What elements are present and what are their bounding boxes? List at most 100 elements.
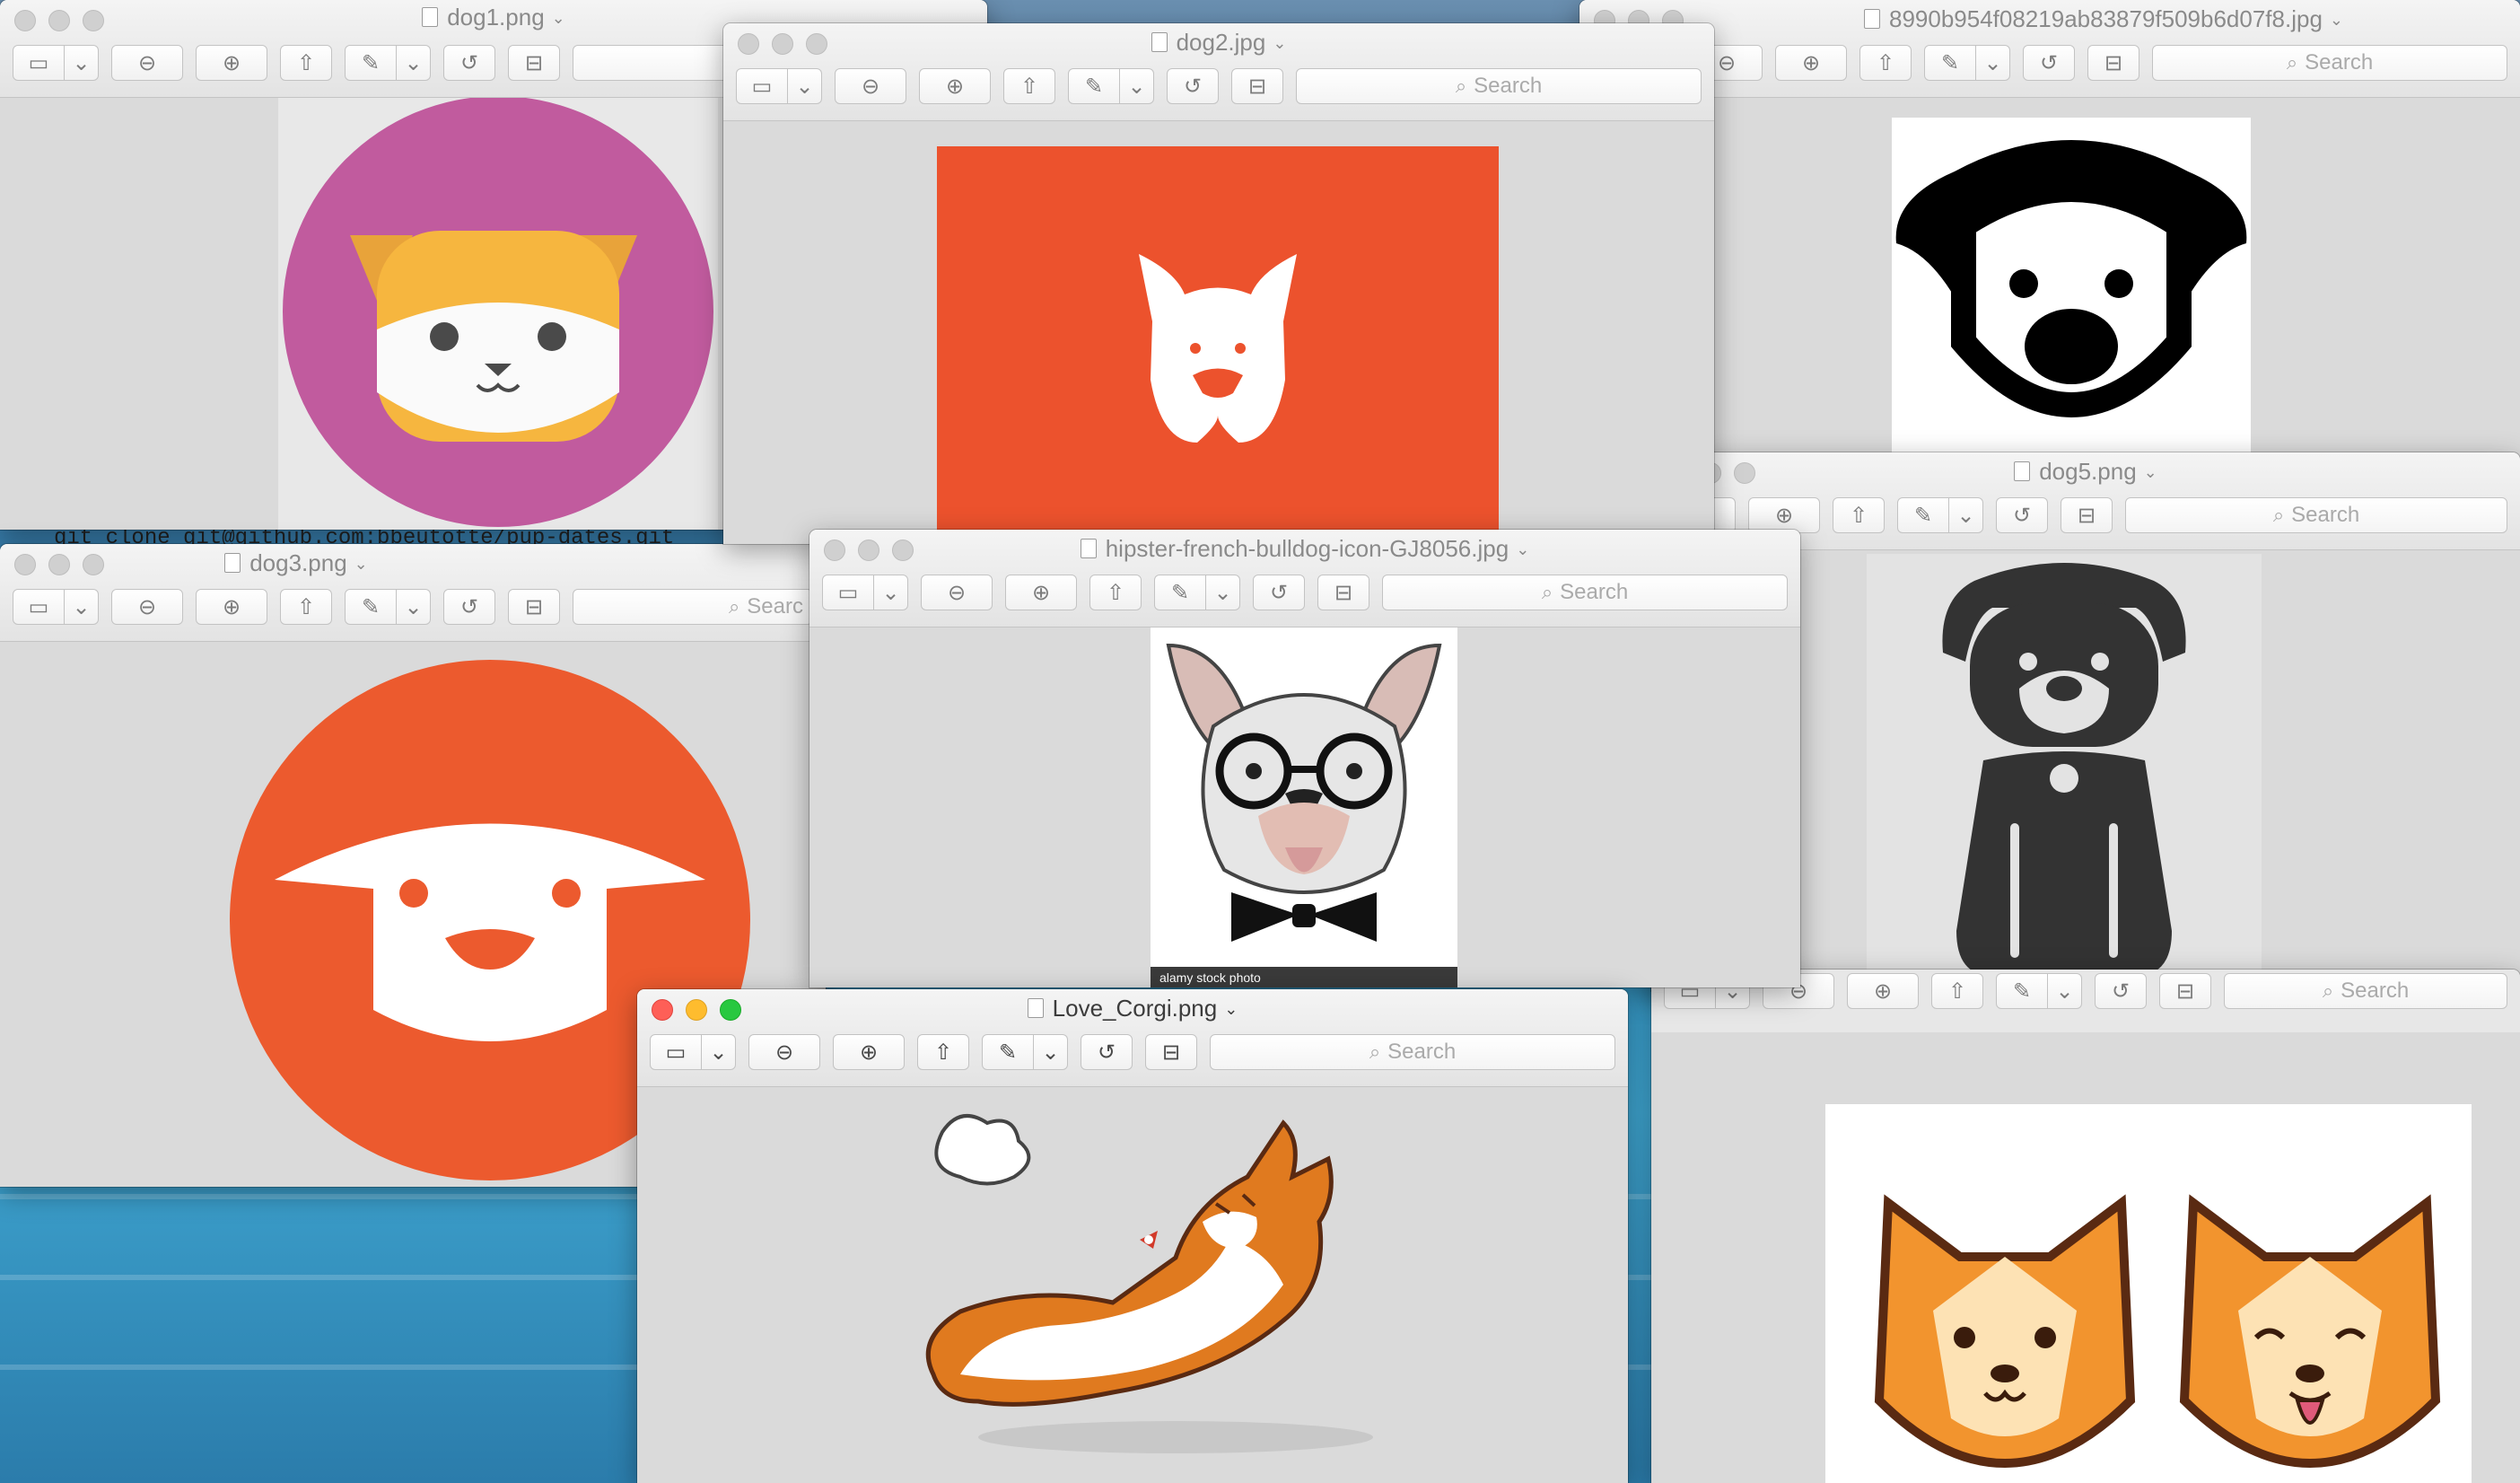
markup-pen-icon[interactable]: ✎ bbox=[1154, 575, 1206, 610]
window-love-corgi[interactable]: Love_Corgi.png ⌄ ▭ ⌄ ⊖ ⊕ ⇧ ✎ ⌄ ↺ ⊟ ⌕ Search bbox=[637, 989, 1628, 1483]
zoom-out-icon[interactable]: ⊖ bbox=[748, 1034, 820, 1070]
share-icon[interactable]: ⇧ bbox=[1089, 575, 1142, 610]
window-title: dog5.png bbox=[2039, 458, 2137, 485]
chevron-down-icon[interactable]: ⌄ bbox=[788, 68, 822, 104]
sidebar-icon[interactable]: ▭ bbox=[822, 575, 874, 610]
share-icon[interactable]: ⇧ bbox=[280, 589, 332, 625]
chevron-down-icon[interactable]: ⌄ bbox=[1120, 68, 1154, 104]
search-field[interactable]: ⌕ Search bbox=[1296, 68, 1702, 104]
chevron-down-icon[interactable]: ⌄ bbox=[2048, 973, 2082, 1009]
toolbox-icon[interactable]: ⊟ bbox=[2087, 45, 2139, 81]
window-hash[interactable]: 8990b954f08219ab83879f509b6d07f8.jpg⌄ ▭⌄… bbox=[1579, 0, 2520, 467]
search-icon: ⌕ bbox=[2272, 504, 2285, 526]
markup-pen-icon[interactable]: ✎ bbox=[345, 45, 397, 81]
chevron-down-icon[interactable]: ⌄ bbox=[1224, 1000, 1238, 1019]
search-field[interactable]: ⌕ Search bbox=[2224, 973, 2507, 1009]
titlebar[interactable]: dog3.png ⌄ ▭ ⌄ ⊖ ⊕ ⇧ ✎ ⌄ ↺ ⊟ ⌕ Searc bbox=[0, 544, 826, 642]
search-field[interactable]: ⌕ Searc bbox=[573, 589, 813, 625]
dog2-image bbox=[937, 146, 1499, 544]
share-icon[interactable]: ⇧ bbox=[1833, 497, 1885, 533]
zoom-in-icon[interactable]: ⊕ bbox=[1748, 497, 1820, 533]
chevron-down-icon[interactable]: ⌄ bbox=[354, 555, 368, 574]
window-title: 8990b954f08219ab83879f509b6d07f8.jpg bbox=[1888, 5, 2323, 32]
chevron-down-icon[interactable]: ⌄ bbox=[1516, 540, 1529, 559]
toolbox-icon[interactable]: ⊟ bbox=[2061, 497, 2113, 533]
markup-pen-icon[interactable]: ✎ bbox=[1924, 45, 1976, 81]
zoom-in-icon[interactable]: ⊕ bbox=[1847, 973, 1919, 1009]
rotate-icon[interactable]: ↺ bbox=[443, 589, 495, 625]
chevron-down-icon[interactable]: ⌄ bbox=[702, 1034, 736, 1070]
chevron-down-icon[interactable]: ⌄ bbox=[874, 575, 908, 610]
markup-pen-icon[interactable]: ✎ bbox=[1897, 497, 1949, 533]
toolbox-icon[interactable]: ⊟ bbox=[1145, 1034, 1197, 1070]
chevron-down-icon[interactable]: ⌄ bbox=[65, 45, 99, 81]
toolbox-icon[interactable]: ⊟ bbox=[508, 589, 560, 625]
rotate-icon[interactable]: ↺ bbox=[1081, 1034, 1133, 1070]
chevron-down-icon[interactable]: ⌄ bbox=[1949, 497, 1983, 533]
titlebar[interactable]: hipster-french-bulldog-icon-GJ8056.jpg ⌄ … bbox=[809, 530, 1800, 627]
chevron-down-icon[interactable]: ⌄ bbox=[1206, 575, 1240, 610]
sidebar-icon[interactable]: ▭ bbox=[736, 68, 788, 104]
zoom-out-icon[interactable]: ⊖ bbox=[111, 45, 183, 81]
chevron-down-icon[interactable]: ⌄ bbox=[1976, 45, 2010, 81]
toolbox-icon[interactable]: ⊟ bbox=[2159, 973, 2211, 1009]
document-icon bbox=[224, 553, 241, 573]
dog5-image bbox=[1867, 554, 2262, 985]
chevron-down-icon[interactable]: ⌄ bbox=[2330, 11, 2343, 30]
chevron-down-icon[interactable]: ⌄ bbox=[397, 589, 431, 625]
titlebar[interactable]: Love_Corgi.png ⌄ ▭ ⌄ ⊖ ⊕ ⇧ ✎ ⌄ ↺ ⊟ ⌕ Search bbox=[637, 989, 1628, 1087]
rotate-icon[interactable]: ↺ bbox=[2023, 45, 2075, 81]
zoom-out-icon[interactable]: ⊖ bbox=[835, 68, 906, 104]
search-field[interactable]: ⌕ Search bbox=[2152, 45, 2507, 81]
share-icon[interactable]: ⇧ bbox=[1003, 68, 1055, 104]
zoom-out-icon[interactable]: ⊖ bbox=[921, 575, 993, 610]
zoom-in-icon[interactable]: ⊕ bbox=[919, 68, 991, 104]
markup-pen-icon[interactable]: ✎ bbox=[1068, 68, 1120, 104]
rotate-icon[interactable]: ↺ bbox=[1253, 575, 1305, 610]
chevron-down-icon[interactable]: ⌄ bbox=[2144, 463, 2157, 482]
zoom-in-icon[interactable]: ⊕ bbox=[196, 45, 267, 81]
share-icon[interactable]: ⇧ bbox=[1859, 45, 1912, 81]
window-title: hipster-french-bulldog-icon-GJ8056.jpg bbox=[1105, 535, 1509, 562]
search-icon: ⌕ bbox=[1541, 581, 1553, 603]
rotate-icon[interactable]: ↺ bbox=[443, 45, 495, 81]
chevron-down-icon[interactable]: ⌄ bbox=[552, 9, 565, 28]
document-icon bbox=[1080, 539, 1097, 558]
search-field[interactable]: ⌕ Search bbox=[1382, 575, 1788, 610]
markup-pen-icon[interactable]: ✎ bbox=[982, 1034, 1034, 1070]
sidebar-icon[interactable]: ▭ bbox=[13, 589, 65, 625]
rotate-icon[interactable]: ↺ bbox=[1167, 68, 1219, 104]
sidebar-icon[interactable]: ▭ bbox=[650, 1034, 702, 1070]
rotate-icon[interactable]: ↺ bbox=[2095, 973, 2147, 1009]
sidebar-icon[interactable]: ▭ bbox=[13, 45, 65, 81]
share-icon[interactable]: ⇧ bbox=[280, 45, 332, 81]
chevron-down-icon[interactable]: ⌄ bbox=[1273, 34, 1286, 53]
titlebar[interactable]: dog2.jpg ⌄ ▭ ⌄ ⊖ ⊕ ⇧ ✎ ⌄ ↺ ⊟ ⌕ Search bbox=[723, 23, 1714, 121]
chevron-down-icon[interactable]: ⌄ bbox=[397, 45, 431, 81]
window-dog2[interactable]: dog2.jpg ⌄ ▭ ⌄ ⊖ ⊕ ⇧ ✎ ⌄ ↺ ⊟ ⌕ Search bbox=[723, 23, 1714, 544]
share-icon[interactable]: ⇧ bbox=[917, 1034, 969, 1070]
toolbox-icon[interactable]: ⊟ bbox=[508, 45, 560, 81]
share-icon[interactable]: ⇧ bbox=[1931, 973, 1983, 1009]
titlebar[interactable]: 8990b954f08219ab83879f509b6d07f8.jpg⌄ ▭⌄… bbox=[1579, 0, 2520, 98]
love-corgi-image bbox=[925, 1114, 1373, 1453]
toolbox-icon[interactable]: ⊟ bbox=[1317, 575, 1369, 610]
chevron-down-icon[interactable]: ⌄ bbox=[65, 589, 99, 625]
toolbox-icon[interactable]: ⊟ bbox=[1231, 68, 1283, 104]
zoom-out-icon[interactable]: ⊖ bbox=[111, 589, 183, 625]
window-corgi-pair[interactable]: ▭ ⌄ ⊖ ⊕ ⇧ ✎ ⌄ ↺ ⊟ ⌕ Search bbox=[1651, 970, 2520, 1483]
zoom-in-icon[interactable]: ⊕ bbox=[196, 589, 267, 625]
zoom-in-icon[interactable]: ⊕ bbox=[1775, 45, 1847, 81]
zoom-in-icon[interactable]: ⊕ bbox=[833, 1034, 905, 1070]
window-hipster[interactable]: hipster-french-bulldog-icon-GJ8056.jpg ⌄ … bbox=[809, 530, 1800, 987]
zoom-in-icon[interactable]: ⊕ bbox=[1005, 575, 1077, 610]
markup-pen-icon[interactable]: ✎ bbox=[1996, 973, 2048, 1009]
image-area bbox=[1651, 1032, 2520, 1483]
chevron-down-icon[interactable]: ⌄ bbox=[1034, 1034, 1068, 1070]
rotate-icon[interactable]: ↺ bbox=[1996, 497, 2048, 533]
search-field[interactable]: ⌕ Search bbox=[2125, 497, 2507, 533]
search-icon: ⌕ bbox=[1369, 1040, 1381, 1063]
search-field[interactable]: ⌕ Search bbox=[1210, 1034, 1615, 1070]
image-area bbox=[1579, 98, 2520, 467]
markup-pen-icon[interactable]: ✎ bbox=[345, 589, 397, 625]
